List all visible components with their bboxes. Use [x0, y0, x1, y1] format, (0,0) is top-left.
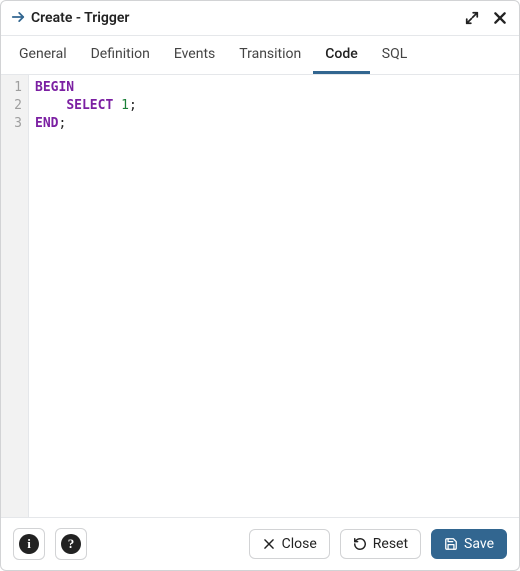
help-icon: ?: [61, 534, 81, 554]
reset-button-label: Reset: [373, 536, 408, 553]
create-trigger-dialog: Create - Trigger GeneralDefinitionEvents…: [0, 0, 520, 571]
save-icon: [444, 537, 458, 551]
close-icon[interactable]: [491, 9, 509, 27]
info-icon: i: [19, 534, 39, 554]
reset-button[interactable]: Reset: [340, 529, 421, 560]
code-line: SELECT 1;: [35, 97, 513, 115]
tab-definition[interactable]: Definition: [79, 36, 162, 74]
line-number: 1: [1, 79, 28, 97]
titlebar: Create - Trigger: [1, 1, 519, 36]
close-button-label: Close: [282, 536, 317, 553]
code-editor[interactable]: 123 BEGIN SELECT 1;END;: [1, 75, 519, 517]
line-number-gutter: 123: [1, 75, 29, 517]
dialog-title: Create - Trigger: [31, 10, 457, 26]
tab-sql[interactable]: SQL: [370, 36, 419, 74]
close-button[interactable]: Close: [249, 529, 330, 560]
code-line: END;: [35, 115, 513, 133]
line-number: 3: [1, 115, 28, 133]
tab-transition[interactable]: Transition: [227, 36, 313, 74]
close-x-icon: [262, 537, 276, 551]
line-number: 2: [1, 97, 28, 115]
save-button[interactable]: Save: [431, 529, 507, 560]
info-button[interactable]: i: [13, 528, 45, 560]
footer: i ? Close Reset Save: [1, 517, 519, 570]
code-line: BEGIN: [35, 79, 513, 97]
code-content[interactable]: BEGIN SELECT 1;END;: [29, 75, 519, 517]
tab-general[interactable]: General: [7, 36, 79, 74]
reset-icon: [353, 537, 367, 551]
title-controls: [463, 9, 509, 27]
tab-events[interactable]: Events: [162, 36, 227, 74]
tab-code[interactable]: Code: [313, 36, 369, 74]
tabs: GeneralDefinitionEventsTransitionCodeSQL: [1, 36, 519, 75]
title-arrow-icon: [11, 10, 25, 27]
expand-icon[interactable]: [463, 9, 481, 27]
help-button[interactable]: ?: [55, 528, 87, 560]
save-button-label: Save: [464, 536, 494, 553]
